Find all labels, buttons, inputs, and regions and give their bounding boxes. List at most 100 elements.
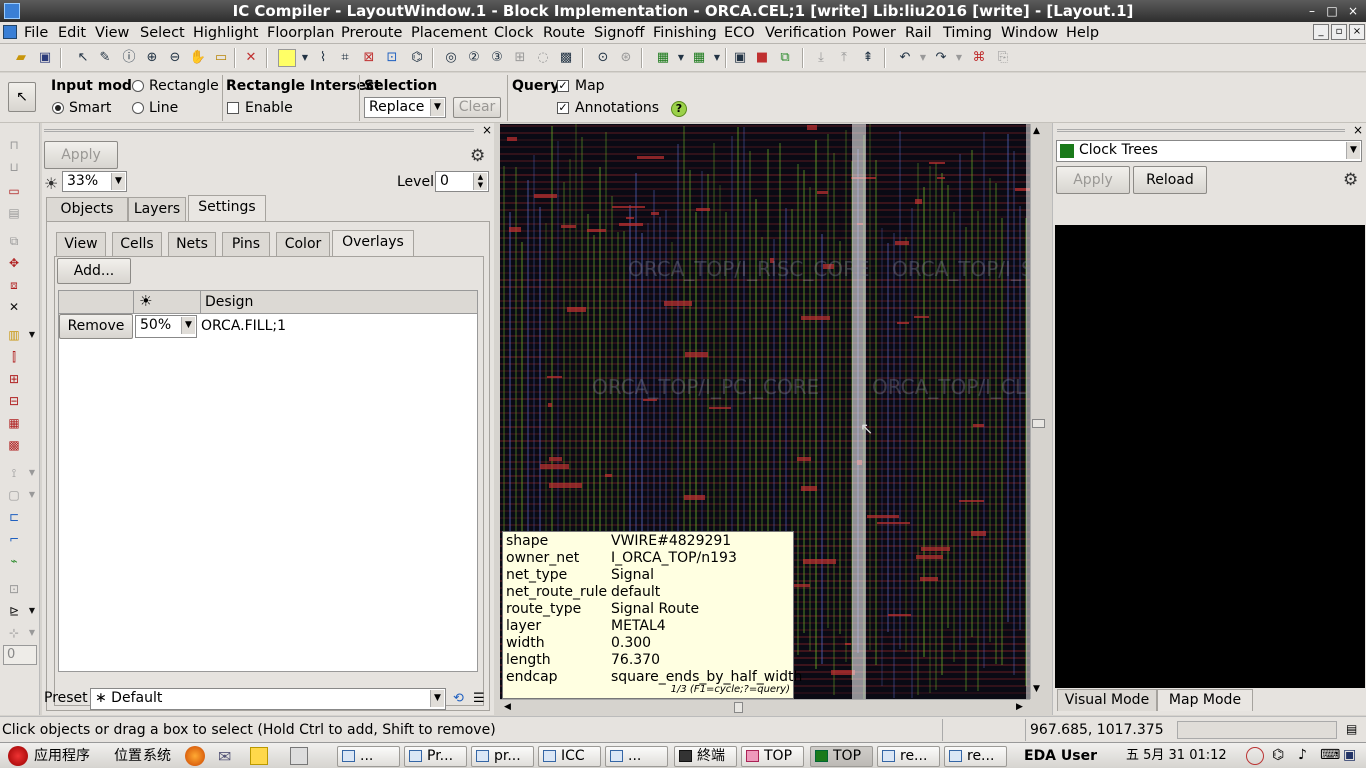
tab-layers[interactable]: Layers [128, 197, 186, 221]
subtab-pins[interactable]: Pins [222, 232, 270, 256]
numbered-3-icon[interactable]: ③ [488, 49, 506, 67]
panel-close-icon[interactable]: × [1353, 123, 1363, 137]
scroll-up-icon[interactable]: ▲ [1033, 126, 1040, 136]
menu-help[interactable]: Help [1066, 24, 1099, 42]
layer-icon[interactable]: ⟟ [6, 465, 22, 481]
panel-close-icon[interactable]: × [482, 123, 492, 137]
undo-icon[interactable]: ↶ [896, 49, 914, 67]
select-pointer-icon[interactable]: ↖ [74, 49, 92, 67]
smart-radio[interactable] [52, 102, 64, 114]
level-spinner[interactable]: 0 ▲ ▼ [435, 171, 489, 192]
push-down-icon[interactable]: ⤓ [812, 49, 830, 67]
tab-settings[interactable]: Settings [188, 195, 266, 221]
lock-icon[interactable]: ⊓ [6, 137, 22, 153]
chip-icon[interactable]: ▩ [557, 49, 575, 67]
block-icon[interactable]: ■ [753, 49, 771, 67]
log-icon[interactable]: ▤ [1346, 722, 1357, 736]
preset-select[interactable]: ∗ Default ▼ [90, 688, 446, 710]
places-menu[interactable]: 位置 [114, 747, 142, 765]
menu-timing[interactable]: Timing [943, 24, 992, 42]
canvas-vertical-scrollbar[interactable]: ▲ ▼ [1030, 124, 1046, 699]
system-menu[interactable]: 系统 [143, 747, 171, 765]
brush-icon[interactable]: ⌇ [314, 49, 332, 67]
menu-clock[interactable]: Clock [494, 24, 533, 42]
hierarchy-icon[interactable]: ⧉ [776, 49, 794, 67]
rectangle-radio[interactable] [132, 80, 144, 92]
task-window-6[interactable]: 終端 [674, 746, 737, 767]
remove-overlay-button[interactable]: Remove [59, 314, 133, 339]
zoom-in-icon[interactable]: ⊕ [143, 49, 161, 67]
script-icon[interactable]: ⎘ [994, 49, 1012, 67]
add-overlay-button[interactable]: Add... [57, 258, 131, 284]
user-name[interactable]: EDA User [1024, 747, 1097, 765]
tab-objects[interactable]: Objects [46, 197, 128, 221]
menu-rail[interactable]: Rail [905, 24, 932, 42]
clock-tree-view[interactable] [1055, 225, 1365, 688]
grid-green-icon[interactable]: ▦ [654, 49, 672, 67]
mdi-minimize-button[interactable]: _ [1313, 24, 1329, 40]
enable-checkbox[interactable] [227, 102, 239, 114]
help-icon[interactable]: ? [671, 101, 687, 117]
close-button[interactable]: × [1346, 3, 1360, 19]
subtab-overlays[interactable]: Overlays [332, 230, 414, 256]
task-window-4[interactable]: ICC [538, 746, 601, 767]
overlay-opacity-select[interactable]: 50% ▼ [135, 315, 197, 338]
preset-reload-icon[interactable]: ⟲ [453, 691, 469, 707]
blockage-icon[interactable]: ▩ [6, 437, 22, 453]
minimize-button[interactable]: – [1305, 3, 1319, 19]
clear-ruler-icon[interactable]: ✕ [242, 49, 260, 67]
volume-icon[interactable]: ♪ [1298, 747, 1307, 763]
preset-menu-icon[interactable]: ☰ [473, 691, 489, 707]
scroll-down-icon[interactable]: ▼ [1033, 684, 1040, 694]
menu-placement[interactable]: Placement [411, 24, 487, 42]
mdi-restore-button[interactable]: ▫ [1331, 24, 1347, 40]
gear-icon[interactable]: ⚙ [470, 146, 485, 166]
chevron-down-icon[interactable]: ▼ [24, 327, 40, 343]
refresh-icon[interactable]: ◎ [442, 49, 460, 67]
select-box-icon[interactable]: ▭ [6, 183, 22, 199]
app-menu-icon[interactable] [3, 25, 17, 39]
task-window-2[interactable]: Pr... [404, 746, 467, 767]
menu-power[interactable]: Power [852, 24, 896, 42]
ruler-icon[interactable]: ▭ [212, 49, 230, 67]
subtab-nets[interactable]: Nets [168, 232, 216, 256]
clear-button[interactable]: Clear [453, 97, 501, 118]
subtab-cells[interactable]: Cells [112, 232, 162, 256]
menu-view[interactable]: View [95, 24, 129, 42]
menu-select[interactable]: Select [140, 24, 185, 42]
tab-map-mode[interactable]: Map Mode [1157, 689, 1253, 711]
align-icon[interactable]: ▥ [6, 327, 22, 343]
task-window-7[interactable]: TOP [741, 746, 804, 767]
target-icon[interactable]: ⊡ [383, 49, 401, 67]
netlist-icon[interactable]: ⌬ [408, 49, 426, 67]
menu-verification[interactable]: Verification [765, 24, 846, 42]
highlight-color-icon[interactable] [278, 49, 296, 67]
scroll-right-icon[interactable]: ▶ [1016, 702, 1023, 712]
network-icon[interactable]: ✉ [218, 747, 231, 766]
via-icon[interactable]: ⊡ [6, 581, 22, 597]
network-status-icon[interactable]: ⌬ [1272, 747, 1284, 763]
resize-icon[interactable]: ⊞ [6, 371, 22, 387]
panel-grip[interactable] [44, 129, 474, 132]
canvas-horizontal-scrollbar[interactable]: ◀ ▶ [500, 699, 1030, 715]
design-column-header[interactable]: Design [205, 293, 253, 311]
menu-edit[interactable]: Edit [58, 24, 86, 42]
shape-icon[interactable]: ⊵ [6, 603, 22, 619]
zoom-out-icon[interactable]: ⊖ [166, 49, 184, 67]
menu-signoff[interactable]: Signoff [594, 24, 645, 42]
gear-icon[interactable]: ⚙ [1343, 170, 1358, 190]
task-window-9[interactable]: re... [877, 746, 940, 767]
selection-mode-select[interactable]: Replace ▼ [364, 97, 446, 118]
macro-icon[interactable]: ⌘ [970, 49, 988, 67]
chevron-down-icon[interactable]: ▼ [24, 603, 40, 619]
cross-net-icon[interactable]: ⊠ [360, 49, 378, 67]
wire-icon[interactable]: ⌐ [6, 531, 22, 547]
menu-finishing[interactable]: Finishing [653, 24, 717, 42]
tool-count-field[interactable]: 0 [3, 645, 37, 665]
move-icon[interactable]: ✥ [6, 255, 22, 271]
subtab-color[interactable]: Color [276, 232, 330, 256]
cell-icon[interactable]: ▣ [731, 49, 749, 67]
menu-window[interactable]: Window [1001, 24, 1058, 42]
line-radio[interactable] [132, 102, 144, 114]
pin-icon[interactable]: ⊏ [6, 509, 22, 525]
